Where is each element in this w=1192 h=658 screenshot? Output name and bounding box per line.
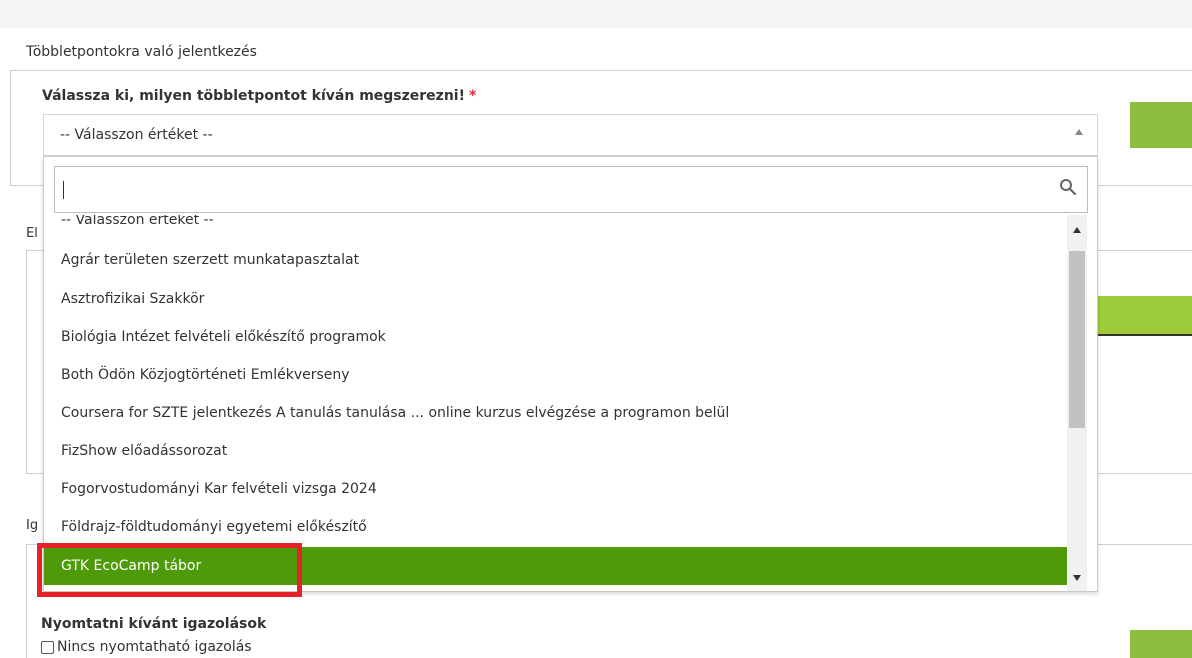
select-value: -- Válasszon értéket -- [60, 127, 213, 143]
option-item[interactable]: Agrár területen szerzett munkatapasztala… [44, 241, 1067, 279]
option-item[interactable]: FizShow előadássorozat [44, 432, 1067, 470]
green-button-bottom[interactable] [1130, 630, 1192, 658]
scrollbar[interactable] [1067, 215, 1087, 591]
text-cursor [63, 181, 64, 199]
section-label-ig: Ig [26, 518, 39, 533]
print-certificates-label: Nyomtatni kívánt igazolások [41, 616, 267, 632]
options-list: -- Válasszon értéket -- Agrár területen … [44, 215, 1067, 591]
field-label: Válassza ki, milyen többletpontot kíván … [42, 88, 476, 104]
search-icon [1060, 179, 1077, 196]
top-strip [0, 0, 1192, 28]
option-item-selected[interactable]: GTK EcoCamp tábor [44, 547, 1067, 585]
option-item[interactable]: Both Ödön Közjogtörténeti Emlékverseny [44, 356, 1067, 394]
scrollbar-thumb[interactable] [1069, 251, 1085, 428]
no-print-text: Nincs nyomtatható igazolás [57, 639, 252, 655]
option-item[interactable]: Asztrofizikai Szakkör [44, 280, 1067, 318]
page: Többletpontokra való jelentkezés Válassz… [0, 0, 1192, 658]
chevron-up-icon [1075, 129, 1083, 135]
bonus-points-select[interactable]: -- Válasszon értéket -- [43, 114, 1098, 156]
option-item[interactable]: Coursera for SZTE jelentkezés A tanulás … [44, 394, 1067, 432]
scroll-up-icon[interactable] [1073, 227, 1081, 233]
option-item[interactable]: Földrajz-földtudományi egyetemi előkészí… [44, 508, 1067, 546]
select-dropdown: -- Válasszon értéket -- Agrár területen … [43, 156, 1098, 592]
no-print-row: Nincs nyomtatható igazolás [41, 639, 252, 655]
scroll-down-icon[interactable] [1073, 575, 1081, 581]
option-item[interactable]: Fogorvostudományi Kar felvételi vizsga 2… [44, 470, 1067, 508]
required-mark: * [468, 88, 477, 104]
add-button[interactable] [1130, 102, 1192, 148]
search-box[interactable] [54, 166, 1088, 213]
option-item[interactable]: -- Válasszon értéket -- [44, 215, 1067, 239]
green-action-bar[interactable] [1098, 296, 1192, 336]
section-title: Többletpontokra való jelentkezés [26, 44, 257, 60]
option-item[interactable]: Biológia Intézet felvételi előkészítő pr… [44, 318, 1067, 356]
section-label-el: El [26, 226, 38, 241]
field-label-text: Válassza ki, milyen többletpontot kíván … [42, 88, 465, 104]
search-input[interactable] [63, 175, 1047, 205]
no-print-checkbox[interactable] [41, 640, 54, 654]
